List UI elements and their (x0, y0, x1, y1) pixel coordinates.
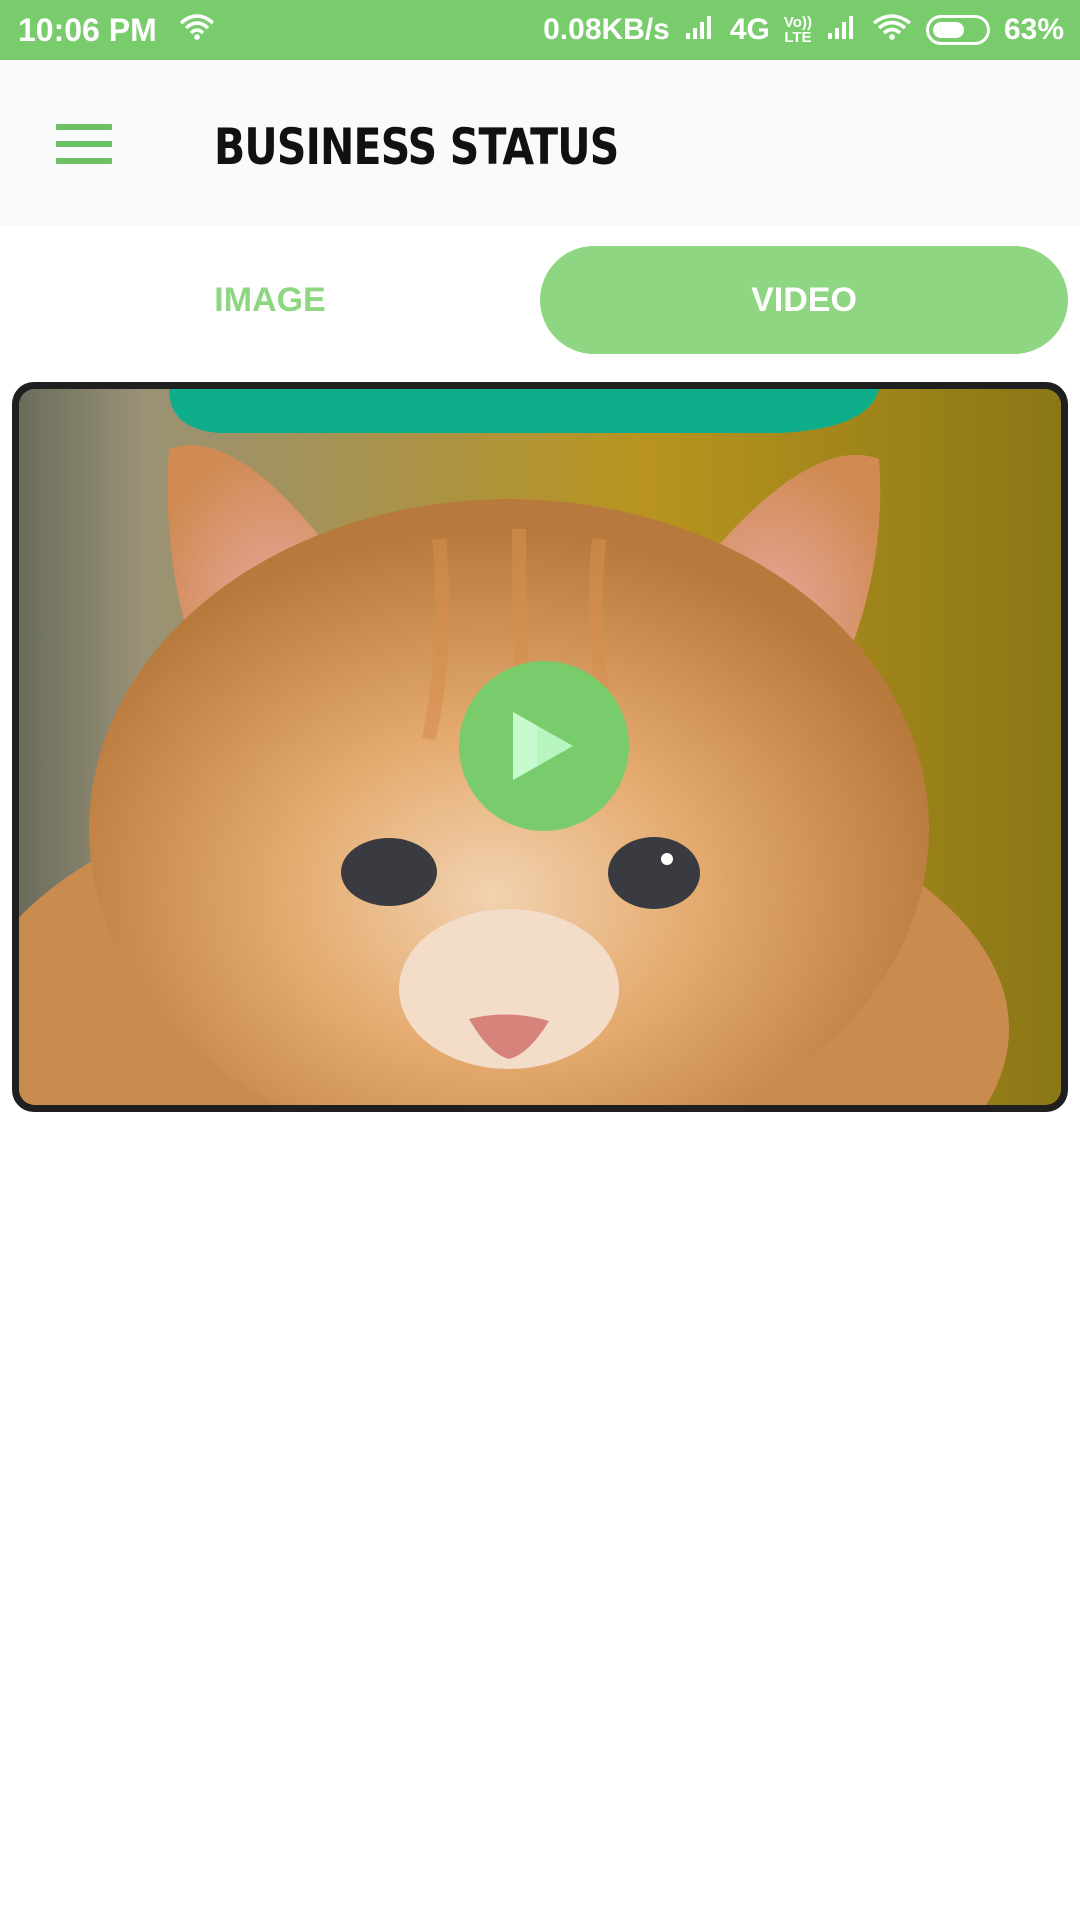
signal-icon (684, 12, 716, 49)
video-thumbnail[interactable] (19, 389, 1061, 1105)
wifi-icon-secondary (872, 12, 912, 49)
menu-line (56, 141, 112, 147)
status-bar: 10:06 PM 0.08KB/s 4G Vo)) LTE 63% (0, 0, 1080, 60)
network-type: 4G (729, 13, 770, 46)
app-bar: BUSINESS STATUS (0, 60, 1080, 226)
battery-icon (925, 15, 990, 45)
volte-indicator: Vo)) LTE (784, 15, 812, 45)
network-speed: 0.08KB/s (543, 13, 670, 46)
hamburger-menu-icon[interactable] (56, 124, 112, 164)
tab-bar: IMAGE VIDEO (0, 246, 1080, 354)
status-time: 10:06 PM (18, 11, 157, 48)
battery-percent: 63% (1003, 13, 1064, 46)
volte-bottom-label: LTE (784, 29, 812, 46)
signal-icon-secondary (826, 12, 858, 49)
play-icon (509, 706, 579, 786)
video-card[interactable] (12, 382, 1068, 1112)
tab-video[interactable]: VIDEO (540, 246, 1068, 354)
play-button[interactable] (459, 661, 629, 831)
battery-level (932, 22, 965, 38)
tab-image[interactable]: IMAGE (0, 246, 540, 354)
volte-top-label: Vo)) (783, 14, 812, 31)
menu-line (56, 124, 112, 130)
page-title: BUSINESS STATUS (214, 118, 619, 176)
wifi-icon (179, 12, 215, 49)
menu-line (56, 158, 112, 164)
